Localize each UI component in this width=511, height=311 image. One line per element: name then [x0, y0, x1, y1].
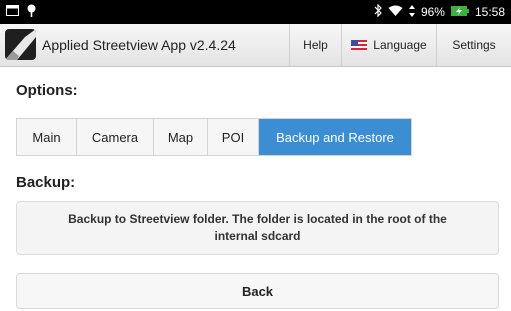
status-bar: 96% 15:58 [0, 0, 511, 24]
clock: 15:58 [474, 5, 505, 19]
tab-camera-label: Camera [91, 129, 139, 145]
back-button-label: Back [241, 283, 274, 299]
battery-charging-icon [450, 5, 469, 20]
help-button[interactable]: Help [289, 24, 341, 66]
signal-arrows-icon [408, 4, 415, 20]
tab-camera[interactable]: Camera [77, 119, 154, 155]
window-icon [6, 5, 19, 19]
backup-info-message: Backup to Streetview folder. The folder … [16, 201, 499, 255]
tab-backup-and-restore-label: Backup and Restore [276, 129, 394, 145]
language-button[interactable]: Language [341, 24, 436, 66]
status-bar-left [6, 4, 36, 20]
back-button[interactable]: Back [16, 273, 499, 309]
tab-map[interactable]: Map [154, 119, 208, 155]
battery-percent: 96% [420, 5, 445, 19]
wifi-icon [388, 5, 403, 20]
options-heading: Options: [16, 82, 78, 99]
tab-backup-and-restore[interactable]: Backup and Restore [259, 119, 411, 155]
app-logo-icon [5, 29, 36, 60]
tab-poi-label: POI [221, 129, 245, 145]
us-flag-icon [351, 40, 368, 50]
location-pin-icon [27, 4, 36, 20]
app-title: Applied Streetview App v2.4.24 [42, 37, 236, 53]
settings-button-label: Settings [452, 38, 496, 52]
backup-heading: Backup: [16, 174, 76, 191]
help-button-label: Help [303, 38, 328, 52]
tab-map-label: Map [167, 129, 194, 145]
status-bar-right: 96% 15:58 [374, 3, 505, 20]
tab-main-label: Main [32, 129, 61, 145]
options-tab-bar: Main Camera Map POI Backup and Restore [16, 118, 412, 156]
tab-poi[interactable]: POI [208, 119, 259, 155]
settings-button[interactable]: Settings [436, 24, 511, 66]
language-button-label: Language [373, 38, 427, 52]
tab-main[interactable]: Main [17, 119, 77, 155]
app-title-bar: Applied Streetview App v2.4.24 Help Lang… [0, 24, 511, 67]
bluetooth-icon [374, 3, 382, 20]
